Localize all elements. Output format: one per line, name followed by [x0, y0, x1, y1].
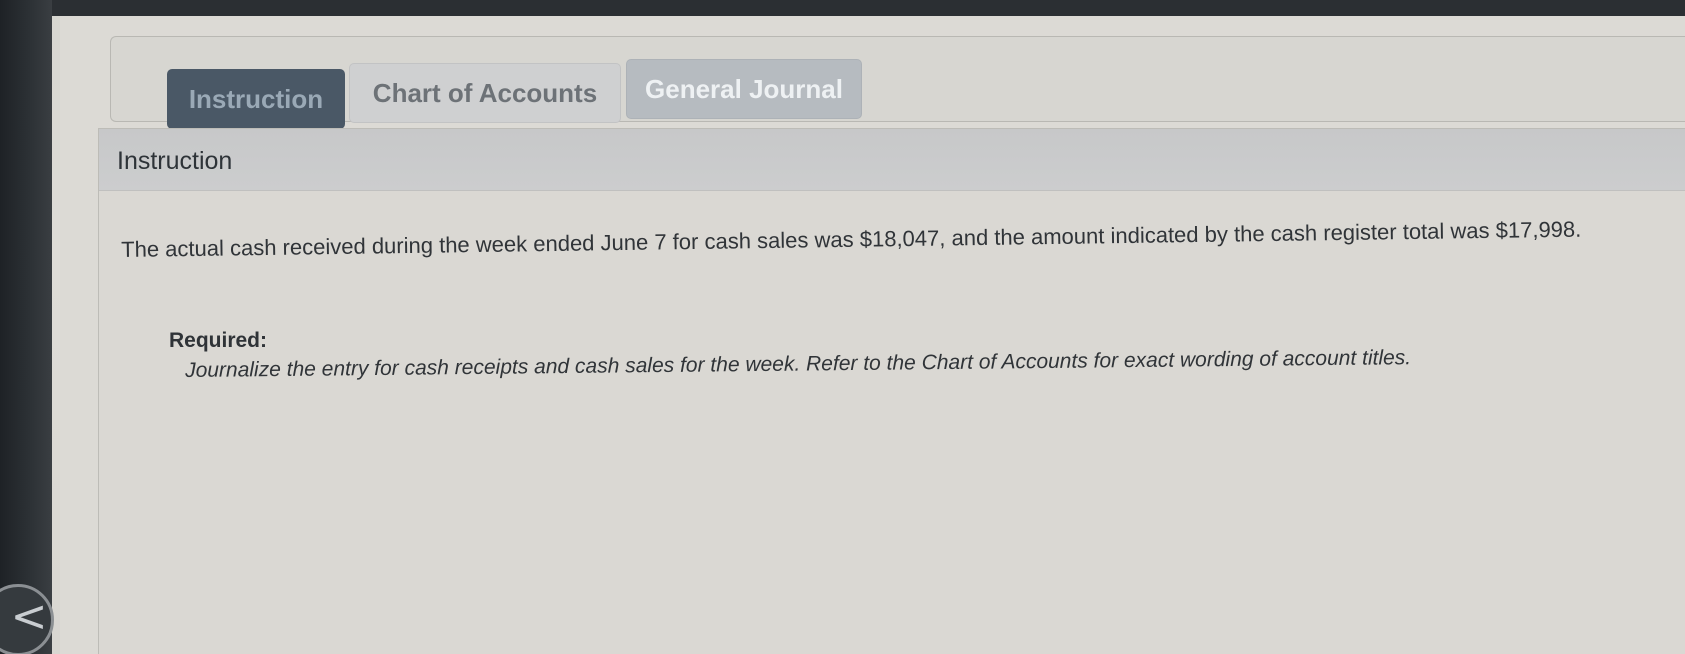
tab-chart-of-accounts-label: Chart of Accounts: [372, 77, 598, 108]
instruction-panel-title: Instruction: [117, 147, 233, 175]
tab-instruction-label: Instruction: [188, 83, 324, 114]
monitor-top-bezel: [0, 0, 1685, 16]
required-text: Journalize the entry for cash receipts a…: [185, 346, 1412, 382]
screen: Instruction Chart of Accounts General Jo…: [0, 0, 1685, 654]
instruction-panel-header: Instruction: [99, 129, 1685, 191]
app-panel: Instruction Chart of Accounts General Jo…: [60, 16, 1685, 654]
tab-general-journal-label: General Journal: [645, 73, 843, 104]
instruction-body-text: The actual cash received during the week…: [121, 216, 1582, 262]
tab-bar: Instruction Chart of Accounts General Jo…: [110, 36, 1685, 129]
instruction-panel: Instruction The actual cash received dur…: [98, 128, 1685, 654]
tab-instruction[interactable]: Instruction: [167, 69, 345, 129]
required-label: Required:: [169, 329, 268, 352]
tab-general-journal[interactable]: General Journal: [626, 59, 862, 119]
chevron-left-icon: <: [10, 591, 48, 642]
monitor-left-bezel: [0, 0, 52, 654]
tab-chart-of-accounts[interactable]: Chart of Accounts: [349, 63, 621, 123]
